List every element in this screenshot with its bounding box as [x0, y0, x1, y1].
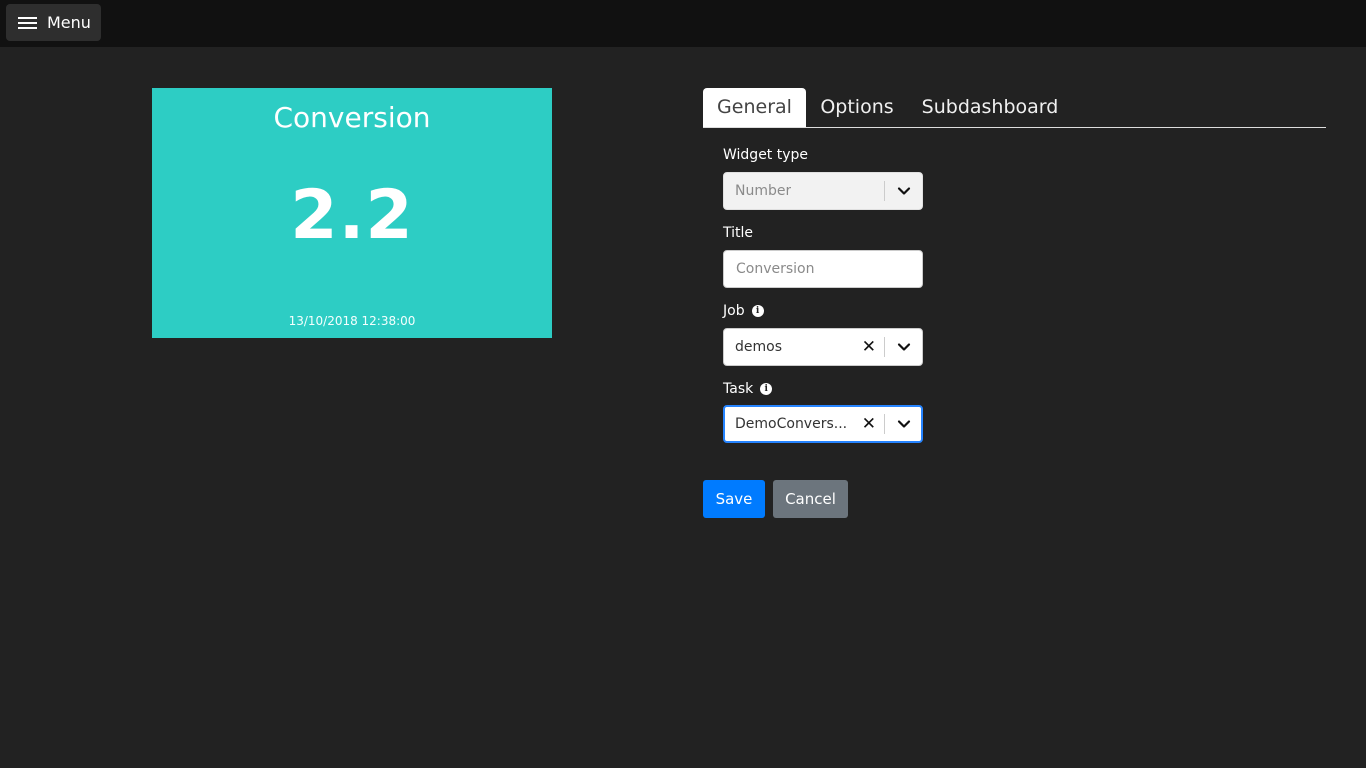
chevron-down-icon[interactable] [897, 340, 911, 354]
widget-title: Conversion [273, 101, 431, 134]
job-label: Job i [723, 303, 764, 319]
select-separator [884, 181, 885, 201]
job-value: demos [735, 339, 782, 355]
menu-label: Menu [47, 13, 91, 32]
widget-preview: Conversion 2.2 13/10/2018 12:38:00 [152, 88, 552, 338]
title-label-text: Title [723, 225, 754, 241]
menu-icon [18, 16, 37, 30]
top-bar: Menu [0, 0, 1366, 47]
chevron-down-icon[interactable] [897, 417, 911, 431]
job-select[interactable]: demos ✕ [723, 328, 923, 366]
select-separator [884, 337, 885, 357]
chevron-down-icon[interactable] [897, 184, 911, 198]
tab-general[interactable]: General [703, 88, 806, 127]
clear-icon[interactable]: ✕ [862, 329, 876, 365]
title-label: Title [723, 225, 753, 241]
task-value: DemoConvers... [735, 416, 848, 432]
widget-value: 2.2 [290, 176, 414, 255]
task-label-text: Task [723, 381, 754, 397]
job-label-text: Job [723, 303, 745, 319]
cancel-button[interactable]: Cancel [773, 480, 848, 518]
info-icon[interactable]: i [751, 305, 764, 317]
widget-type-select[interactable]: Number [723, 172, 923, 210]
save-button[interactable]: Save [703, 480, 765, 518]
title-input[interactable] [723, 250, 923, 288]
menu-button[interactable]: Menu [6, 4, 101, 41]
widget-type-label-text: Widget type [723, 147, 809, 163]
widget-type-label: Widget type [723, 147, 808, 163]
select-separator [884, 414, 885, 434]
tab-options[interactable]: Options [811, 88, 903, 127]
clear-icon[interactable]: ✕ [862, 406, 876, 442]
info-icon[interactable]: i [760, 383, 773, 395]
tab-bar: General Options Subdashboard [703, 88, 1326, 128]
task-select[interactable]: DemoConvers... ✕ [723, 405, 923, 443]
tab-subdashboard[interactable]: Subdashboard [918, 88, 1062, 127]
task-label: Task i [723, 381, 773, 397]
widget-timestamp: 13/10/2018 12:38:00 [288, 314, 416, 328]
widget-type-value: Number [735, 183, 792, 199]
